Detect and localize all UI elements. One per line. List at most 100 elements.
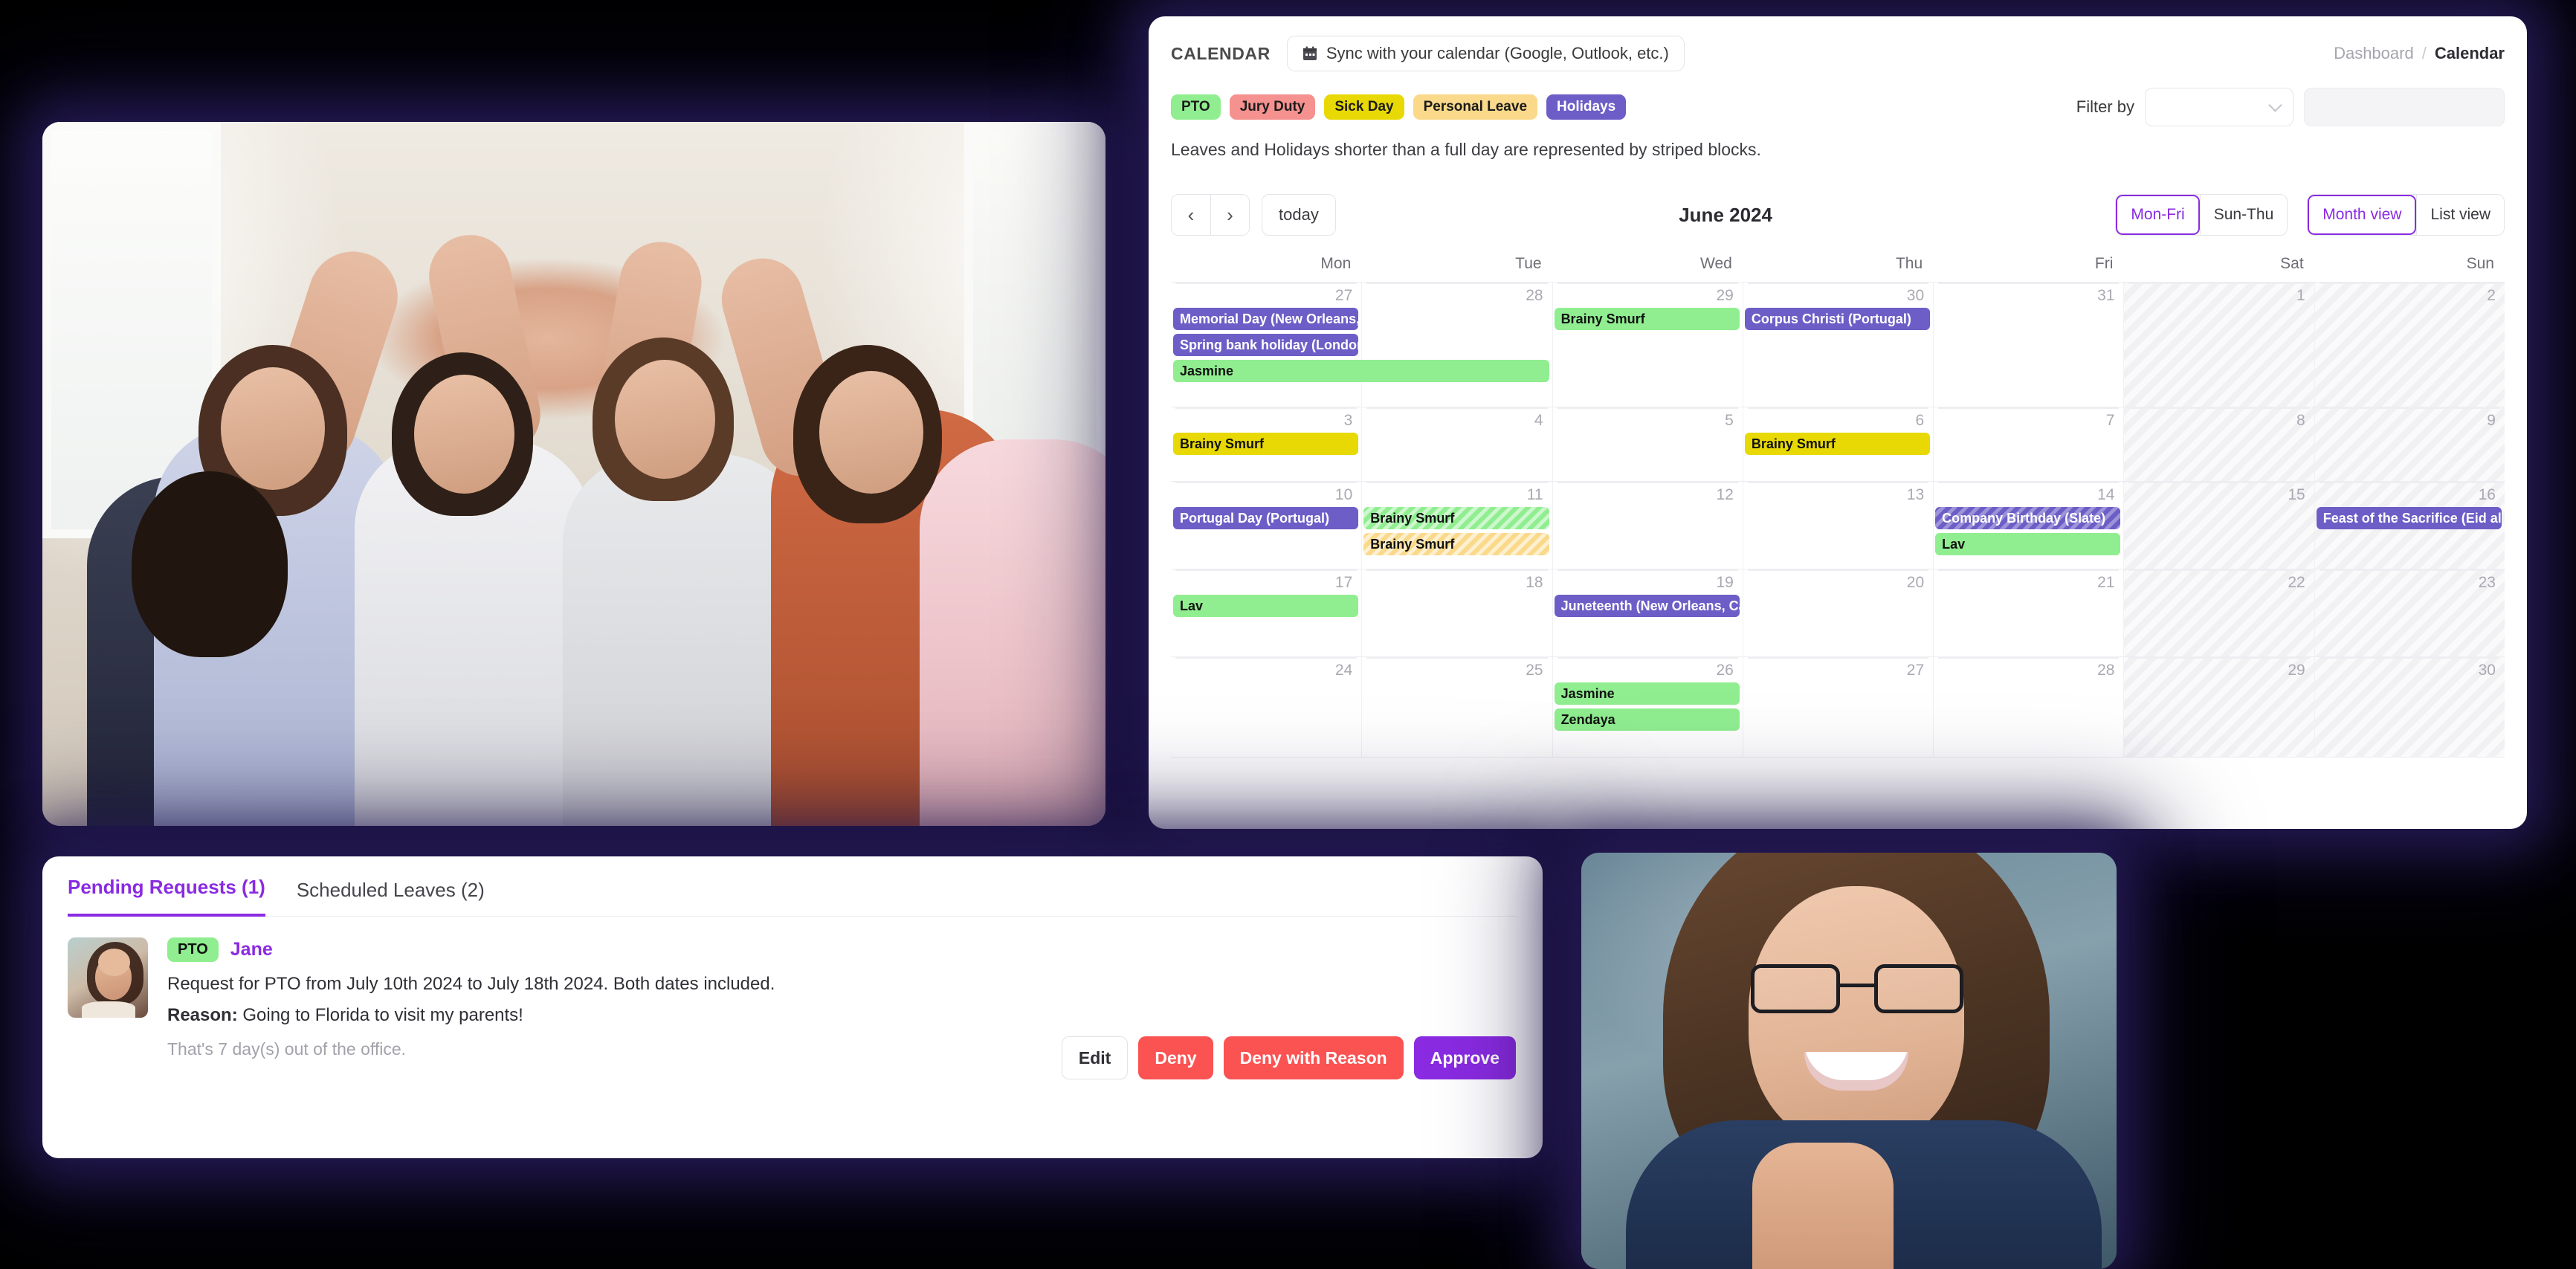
day-cell-rule xyxy=(1747,656,1929,659)
request-actions: Edit Deny Deny with Reason Approve xyxy=(1061,1036,1516,1079)
calendar-week-row: 17 18 19 20 21 22 23 Lav Juneteenth (New Orleans… xyxy=(1171,569,2505,656)
day-cell-rule xyxy=(2319,481,2500,483)
deny-with-reason-button[interactable]: Deny with Reason xyxy=(1223,1036,1404,1079)
prev-month-button[interactable]: ‹ xyxy=(1172,195,1210,235)
legend-pill-holidays[interactable]: Holidays xyxy=(1546,94,1627,120)
next-month-button[interactable]: › xyxy=(1210,195,1249,235)
day-number: 27 xyxy=(1906,662,1925,679)
calendar-event[interactable]: Brainy Smurf xyxy=(1363,533,1549,555)
day-cell-rule xyxy=(1557,569,1738,571)
display-view-month[interactable]: Month view xyxy=(2308,195,2417,235)
week-view-sun-thu[interactable]: Sun-Thu xyxy=(2199,195,2288,235)
calendar-month-title: June 2024 xyxy=(1679,203,1772,226)
calendar-day-cell[interactable]: 8 xyxy=(2123,407,2314,481)
tab-scheduled-leaves[interactable]: Scheduled Leaves (2) xyxy=(297,879,485,917)
calendar-event[interactable]: Brainy Smurf xyxy=(1173,433,1359,455)
day-number: 1 xyxy=(2296,287,2305,304)
legend-pill-pto[interactable]: PTO xyxy=(1171,94,1221,120)
calendar-event[interactable]: Feast of the Sacrifice (Eid al-A xyxy=(2316,507,2502,529)
calendar-day-cell[interactable]: 26 xyxy=(1552,656,1743,757)
day-number: 31 xyxy=(2097,287,2115,304)
day-number: 2 xyxy=(2487,287,2496,304)
day-number: 18 xyxy=(1526,574,1543,591)
day-cell-rule xyxy=(1557,407,1738,409)
calendar-toolbar: ‹ › today June 2024 Mon-Fri Sun-Thu Mont… xyxy=(1171,194,2505,236)
calendar-day-cell[interactable]: 24 xyxy=(1171,656,1361,757)
calendar-day-cell[interactable]: 21 xyxy=(1933,569,2123,656)
breadcrumb-dashboard[interactable]: Dashboard xyxy=(2334,44,2414,63)
calendar-day-cell[interactable]: 7 xyxy=(1933,407,2123,481)
calendar-week-row: 24 25 26 27 28 29 30 Jasmine Zendaya xyxy=(1171,656,2505,758)
legend-pill-personal-leave[interactable]: Personal Leave xyxy=(1413,94,1538,120)
week-view-mon-fri[interactable]: Mon-Fri xyxy=(2116,195,2200,235)
calendar-day-cell[interactable]: 18 xyxy=(1361,569,1552,656)
calendar-day-cell[interactable]: 28 xyxy=(1361,282,1552,407)
calendar-day-cell[interactable]: 4 xyxy=(1361,407,1552,481)
day-number: 30 xyxy=(1906,287,1925,304)
calendar-event[interactable]: Lav xyxy=(1173,595,1359,617)
breadcrumb-separator: / xyxy=(2421,44,2427,62)
calendar-day-cell[interactable]: 29 xyxy=(1552,282,1743,407)
today-button[interactable]: today xyxy=(1262,194,1336,236)
day-number: 3 xyxy=(1343,412,1353,429)
calendar-event[interactable]: Jasmine xyxy=(1173,360,1549,382)
screen: CALENDAR Sync with your calendar (Google… xyxy=(0,0,2576,1269)
calendar-icon xyxy=(1302,46,1317,61)
calendar-weeks: 27 28 29 30 31 1 2 Memorial Day (New Orleans, C… xyxy=(1171,282,2505,816)
calendar-day-cell[interactable]: 2 xyxy=(2314,282,2505,407)
calendar-event[interactable]: Spring bank holiday (London) xyxy=(1173,334,1359,356)
calendar-day-cell[interactable]: 23 xyxy=(2314,569,2505,656)
day-cell-rule xyxy=(1747,282,1929,284)
day-number: 27 xyxy=(1334,287,1353,304)
day-number: 30 xyxy=(2478,662,2496,679)
approve-button[interactable]: Approve xyxy=(1413,1036,1516,1079)
calendar-event[interactable]: Lav xyxy=(1935,533,2121,555)
calendar-day-cell[interactable]: 5 xyxy=(1552,407,1743,481)
calendar-event[interactable]: Juneteenth (New Orleans, Can xyxy=(1554,595,1740,617)
filter-select[interactable] xyxy=(2145,88,2293,126)
day-cell-rule xyxy=(1747,407,1929,409)
calendar-day-cell[interactable]: 9 xyxy=(2314,407,2505,481)
request-employee-name[interactable]: Jane xyxy=(230,939,273,960)
calendar-day-cell[interactable]: 30 xyxy=(1742,282,1933,407)
edit-button[interactable]: Edit xyxy=(1061,1036,1129,1079)
day-header-mon: Mon xyxy=(1320,255,1352,272)
calendar-event[interactable]: Brainy Smurf xyxy=(1744,433,1931,455)
calendar-day-cell[interactable]: 13 xyxy=(1742,481,1933,569)
calendar-day-cell[interactable]: 20 xyxy=(1742,569,1933,656)
day-number: 21 xyxy=(2097,574,2115,591)
legend-pill-jury-duty[interactable]: Jury Duty xyxy=(1229,94,1316,120)
calendar-day-cell[interactable]: 27 xyxy=(1742,656,1933,757)
glasses-lens-right xyxy=(1874,964,1963,1013)
legend-pill-sick-day[interactable]: Sick Day xyxy=(1324,94,1404,120)
calendar-event[interactable]: Portugal Day (Portugal) xyxy=(1173,507,1359,529)
calendar-event[interactable]: Jasmine xyxy=(1554,682,1740,705)
calendar-event[interactable]: Zendaya xyxy=(1554,708,1740,731)
calendar-week-row: 3 4 5 6 7 8 9 Brainy Smurf Brainy Smurf xyxy=(1171,407,2505,481)
day-cell-rule xyxy=(1938,656,2120,659)
calendar-event[interactable]: Brainy Smurf xyxy=(1363,507,1549,529)
filter-value-input[interactable] xyxy=(2304,88,2505,126)
glasses-bridge xyxy=(1840,984,1874,987)
display-view-list[interactable]: List view xyxy=(2416,195,2504,235)
calendar-day-cell[interactable]: 22 xyxy=(2123,569,2314,656)
calendar-day-cell[interactable]: 12 xyxy=(1552,481,1743,569)
calendar-day-cell[interactable]: 25 xyxy=(1361,656,1552,757)
calendar-day-cell[interactable]: 29 xyxy=(2123,656,2314,757)
calendar-day-cell[interactable]: 30 xyxy=(2314,656,2505,757)
calendar-week-row: 27 28 29 30 31 1 2 Memorial Day (New Orleans, C… xyxy=(1171,282,2505,407)
calendar-day-cell[interactable]: 1 xyxy=(2123,282,2314,407)
calendar-event[interactable]: Memorial Day (New Orleans, C xyxy=(1173,308,1359,330)
calendar-day-cell[interactable]: 28 xyxy=(1933,656,2123,757)
day-number: 13 xyxy=(1906,486,1925,503)
calendar-day-cell[interactable]: 15 xyxy=(2123,481,2314,569)
calendar-event[interactable]: Corpus Christi (Portugal) xyxy=(1744,308,1931,330)
calendar-event[interactable]: Brainy Smurf xyxy=(1554,308,1740,330)
deny-button[interactable]: Deny xyxy=(1138,1036,1213,1079)
sync-calendar-button[interactable]: Sync with your calendar (Google, Outlook… xyxy=(1286,36,1685,71)
tab-pending-requests[interactable]: Pending Requests (1) xyxy=(68,876,265,917)
calendar-event[interactable]: Company Birthday (Slate) xyxy=(1935,507,2121,529)
legend-note: Leaves and Holidays shorter than a full … xyxy=(1171,140,1761,159)
day-number: 29 xyxy=(2288,662,2305,679)
calendar-day-cell[interactable]: 31 xyxy=(1933,282,2123,407)
